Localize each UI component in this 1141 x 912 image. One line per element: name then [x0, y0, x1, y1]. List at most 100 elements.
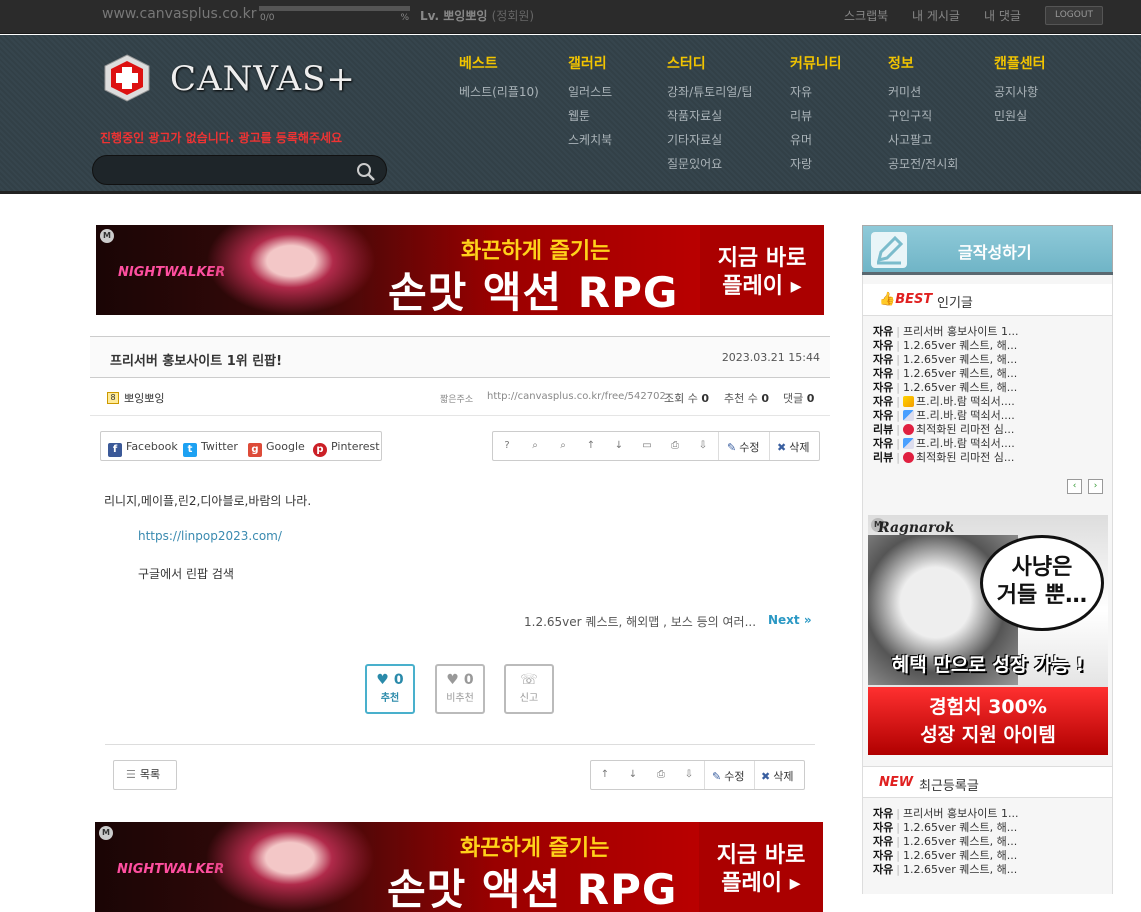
list-item[interactable]: 자유 | 1.2.65ver 퀘스트, 해... — [873, 849, 1108, 863]
menu-item[interactable]: 스케치북 — [568, 131, 612, 155]
list-item[interactable]: 자유 | 프리서버 홍보사이트 1... — [873, 325, 1108, 339]
share-pinterest-button[interactable]: p Pinterest — [313, 439, 380, 457]
ad-notice[interactable]: 진행중인 광고가 없습니다. 광고를 등록해주세요 — [100, 129, 342, 146]
help-icon[interactable]: ? — [493, 432, 521, 460]
post-category: 자유 — [873, 367, 894, 380]
list-item[interactable]: 자유 | 1.2.65ver 퀘스트, 해... — [873, 835, 1108, 849]
user-name[interactable]: 뽀잉뽀잉 — [443, 9, 487, 23]
menu-head-info[interactable]: 정보 — [888, 53, 958, 72]
menu-item[interactable]: 웹툰 — [568, 107, 612, 131]
post-title: 1.2.65ver 퀘스트, 해... — [902, 353, 1018, 366]
menu-item[interactable]: 구인구직 — [888, 107, 958, 131]
share-twitter-button[interactable]: t Twitter — [183, 439, 238, 457]
list-button[interactable]: ☰ 목록 — [113, 760, 177, 790]
my-posts-link[interactable]: 내 게시글 — [912, 7, 960, 24]
search-input[interactable] — [105, 162, 345, 180]
list-item[interactable]: 리뷰 | 최적화된 리마전 심... — [873, 451, 1108, 465]
scrapbook-link[interactable]: 스크랩북 — [844, 7, 888, 24]
post-category: 자유 — [873, 381, 894, 394]
site-url[interactable]: www.canvasplus.co.kr — [102, 6, 257, 22]
list-item[interactable]: 자유 | 1.2.65ver 퀘스트, 해... — [873, 863, 1108, 877]
scroll-down-icon[interactable]: ↓ — [619, 761, 647, 789]
print-icon[interactable]: ⎙ — [661, 432, 689, 460]
write-post-button[interactable]: 글작성하기 — [862, 225, 1113, 274]
menu-item[interactable]: 질문있어요 — [667, 155, 752, 179]
scroll-down-icon[interactable]: ↓ — [605, 432, 633, 460]
share-google-button[interactable]: g Google — [248, 439, 305, 457]
ad-mid-text: 혜택 만으로 성장 가능 ! — [891, 654, 1085, 676]
recommend-button[interactable]: ♥ 0 추천 — [365, 664, 415, 714]
ad-banner-top[interactable]: M NIGHTWALKER 화끈하게 즐기는 손맛 액션 RPG 지금 바로 플… — [96, 225, 824, 315]
sidebar-ad[interactable]: M Ragnarok 사냥은 거들 뿐… 혜택 만으로 성장 가능 ! 경험치 … — [868, 515, 1108, 755]
best-badge-label: BEST — [895, 292, 933, 307]
menu-item[interactable]: 일러스트 — [568, 83, 612, 107]
my-comments-link[interactable]: 내 댓글 — [984, 7, 1021, 24]
scroll-up-icon[interactable]: ↑ — [577, 432, 605, 460]
pager-next-button[interactable]: › — [1088, 479, 1103, 494]
menu-item[interactable]: 작품자료실 — [667, 107, 752, 131]
ad-banner-bottom[interactable]: M NIGHTWALKER 화끈하게 즐기는 손맛 액션 RPG 지금 바로 플… — [95, 822, 823, 912]
menu-item[interactable]: 기타자료실 — [667, 131, 752, 155]
new-badge: NEW — [879, 775, 914, 790]
menu-head-study[interactable]: 스터디 — [667, 53, 752, 72]
site-logo[interactable]: CANVAS+ — [102, 53, 355, 109]
list-item[interactable]: 자유 | 1.2.65ver 퀘스트, 해... — [873, 367, 1108, 381]
edit-button[interactable]: ✎ 수정 — [712, 768, 744, 784]
list-item[interactable]: 리뷰 | 최적화된 리마전 심... — [873, 423, 1108, 437]
list-item[interactable]: 자유 | 프리서버 홍보사이트 1... — [873, 807, 1108, 821]
share-facebook-button[interactable]: f Facebook — [108, 439, 178, 457]
scroll-up-icon[interactable]: ↑ — [591, 761, 619, 789]
menu-item[interactable]: 베스트(리플10) — [459, 83, 539, 107]
edit-button[interactable]: ✎ 수정 — [727, 439, 759, 455]
post-body-link[interactable]: https://linpop2023.com/ — [138, 529, 282, 543]
pager-prev-button[interactable]: ‹ — [1067, 479, 1082, 494]
pill-icon — [902, 410, 914, 421]
menu-head-center[interactable]: 캔플센터 — [994, 53, 1046, 72]
list-item[interactable]: 자유 | 프.리.바.람 떡쇠서.... — [873, 409, 1108, 423]
ad-line2: 손맛 액션 RPG — [387, 865, 678, 912]
logout-button[interactable]: LOGOUT — [1045, 6, 1103, 25]
zoom-out-icon[interactable]: ⌕ — [549, 432, 577, 460]
ad-bottom-box: 경험치 300% 성장 지원 아이템 — [868, 687, 1108, 755]
print-icon[interactable]: ⎙ — [647, 761, 675, 789]
menu-head-community[interactable]: 커뮤니티 — [790, 53, 842, 72]
delete-x-icon: ✖ — [761, 770, 771, 783]
menu-head-gallery[interactable]: 갤러리 — [568, 53, 612, 72]
list-item[interactable]: 자유 | 1.2.65ver 퀘스트, 해... — [873, 381, 1108, 395]
not-recommend-button[interactable]: ♥ 0 비추천 — [435, 664, 485, 714]
list-item[interactable]: 자유 | 프.리.바.람 떡쇠서.... — [873, 437, 1108, 451]
author-level-icon: 8 — [107, 392, 119, 404]
next-post-title[interactable]: 1.2.65ver 퀘스트, 해외맵 , 보스 등의 여러... — [524, 613, 756, 630]
delete-button[interactable]: ✖ 삭제 — [777, 439, 809, 455]
menu-item[interactable]: 자랑 — [790, 155, 842, 179]
menu-item[interactable]: 사고팔고 — [888, 131, 958, 155]
next-post-link[interactable]: Next » — [768, 613, 812, 627]
download-icon[interactable]: ⇩ — [689, 432, 717, 460]
delete-button[interactable]: ✖ 삭제 — [761, 768, 793, 784]
list-item[interactable]: 자유 | 1.2.65ver 퀘스트, 해... — [873, 339, 1108, 353]
zoom-in-icon[interactable]: ⌕ — [521, 432, 549, 460]
comment-icon[interactable]: ▭ — [633, 432, 661, 460]
short-url-link[interactable]: http://canvasplus.co.kr/free/542702 — [487, 391, 666, 402]
author-name[interactable]: 뽀잉뽀잉 — [124, 390, 164, 406]
report-button[interactable]: ☏ 신고 — [504, 664, 554, 714]
download-icon[interactable]: ⇩ — [675, 761, 703, 789]
pencil-icon: ✎ — [712, 770, 722, 783]
edit-label: 수정 — [739, 441, 760, 454]
menu-item[interactable]: 민원실 — [994, 107, 1046, 131]
menu-item[interactable]: 커미션 — [888, 83, 958, 107]
post-title: 1.2.65ver 퀘스트, 해... — [902, 367, 1018, 380]
menu-item[interactable]: 리뷰 — [790, 107, 842, 131]
list-item[interactable]: 자유 | 프.리.바.람 떡쇠서.... — [873, 395, 1108, 409]
ad-cta: 지금 바로 플레이 ▸ — [700, 225, 824, 315]
menu-item[interactable]: 자유 — [790, 83, 842, 107]
menu-item[interactable]: 공지사항 — [994, 83, 1046, 107]
menu-head-best[interactable]: 베스트 — [459, 53, 539, 72]
menu-item[interactable]: 강좌/튜토리얼/팁 — [667, 83, 752, 107]
menu-item[interactable]: 유머 — [790, 131, 842, 155]
menu-item[interactable]: 공모전/전시회 — [888, 155, 958, 179]
ad-line2: 손맛 액션 RPG — [388, 268, 679, 315]
search-icon[interactable] — [356, 162, 376, 182]
list-item[interactable]: 자유 | 1.2.65ver 퀘스트, 해... — [873, 353, 1108, 367]
list-item[interactable]: 자유 | 1.2.65ver 퀘스트, 해... — [873, 821, 1108, 835]
